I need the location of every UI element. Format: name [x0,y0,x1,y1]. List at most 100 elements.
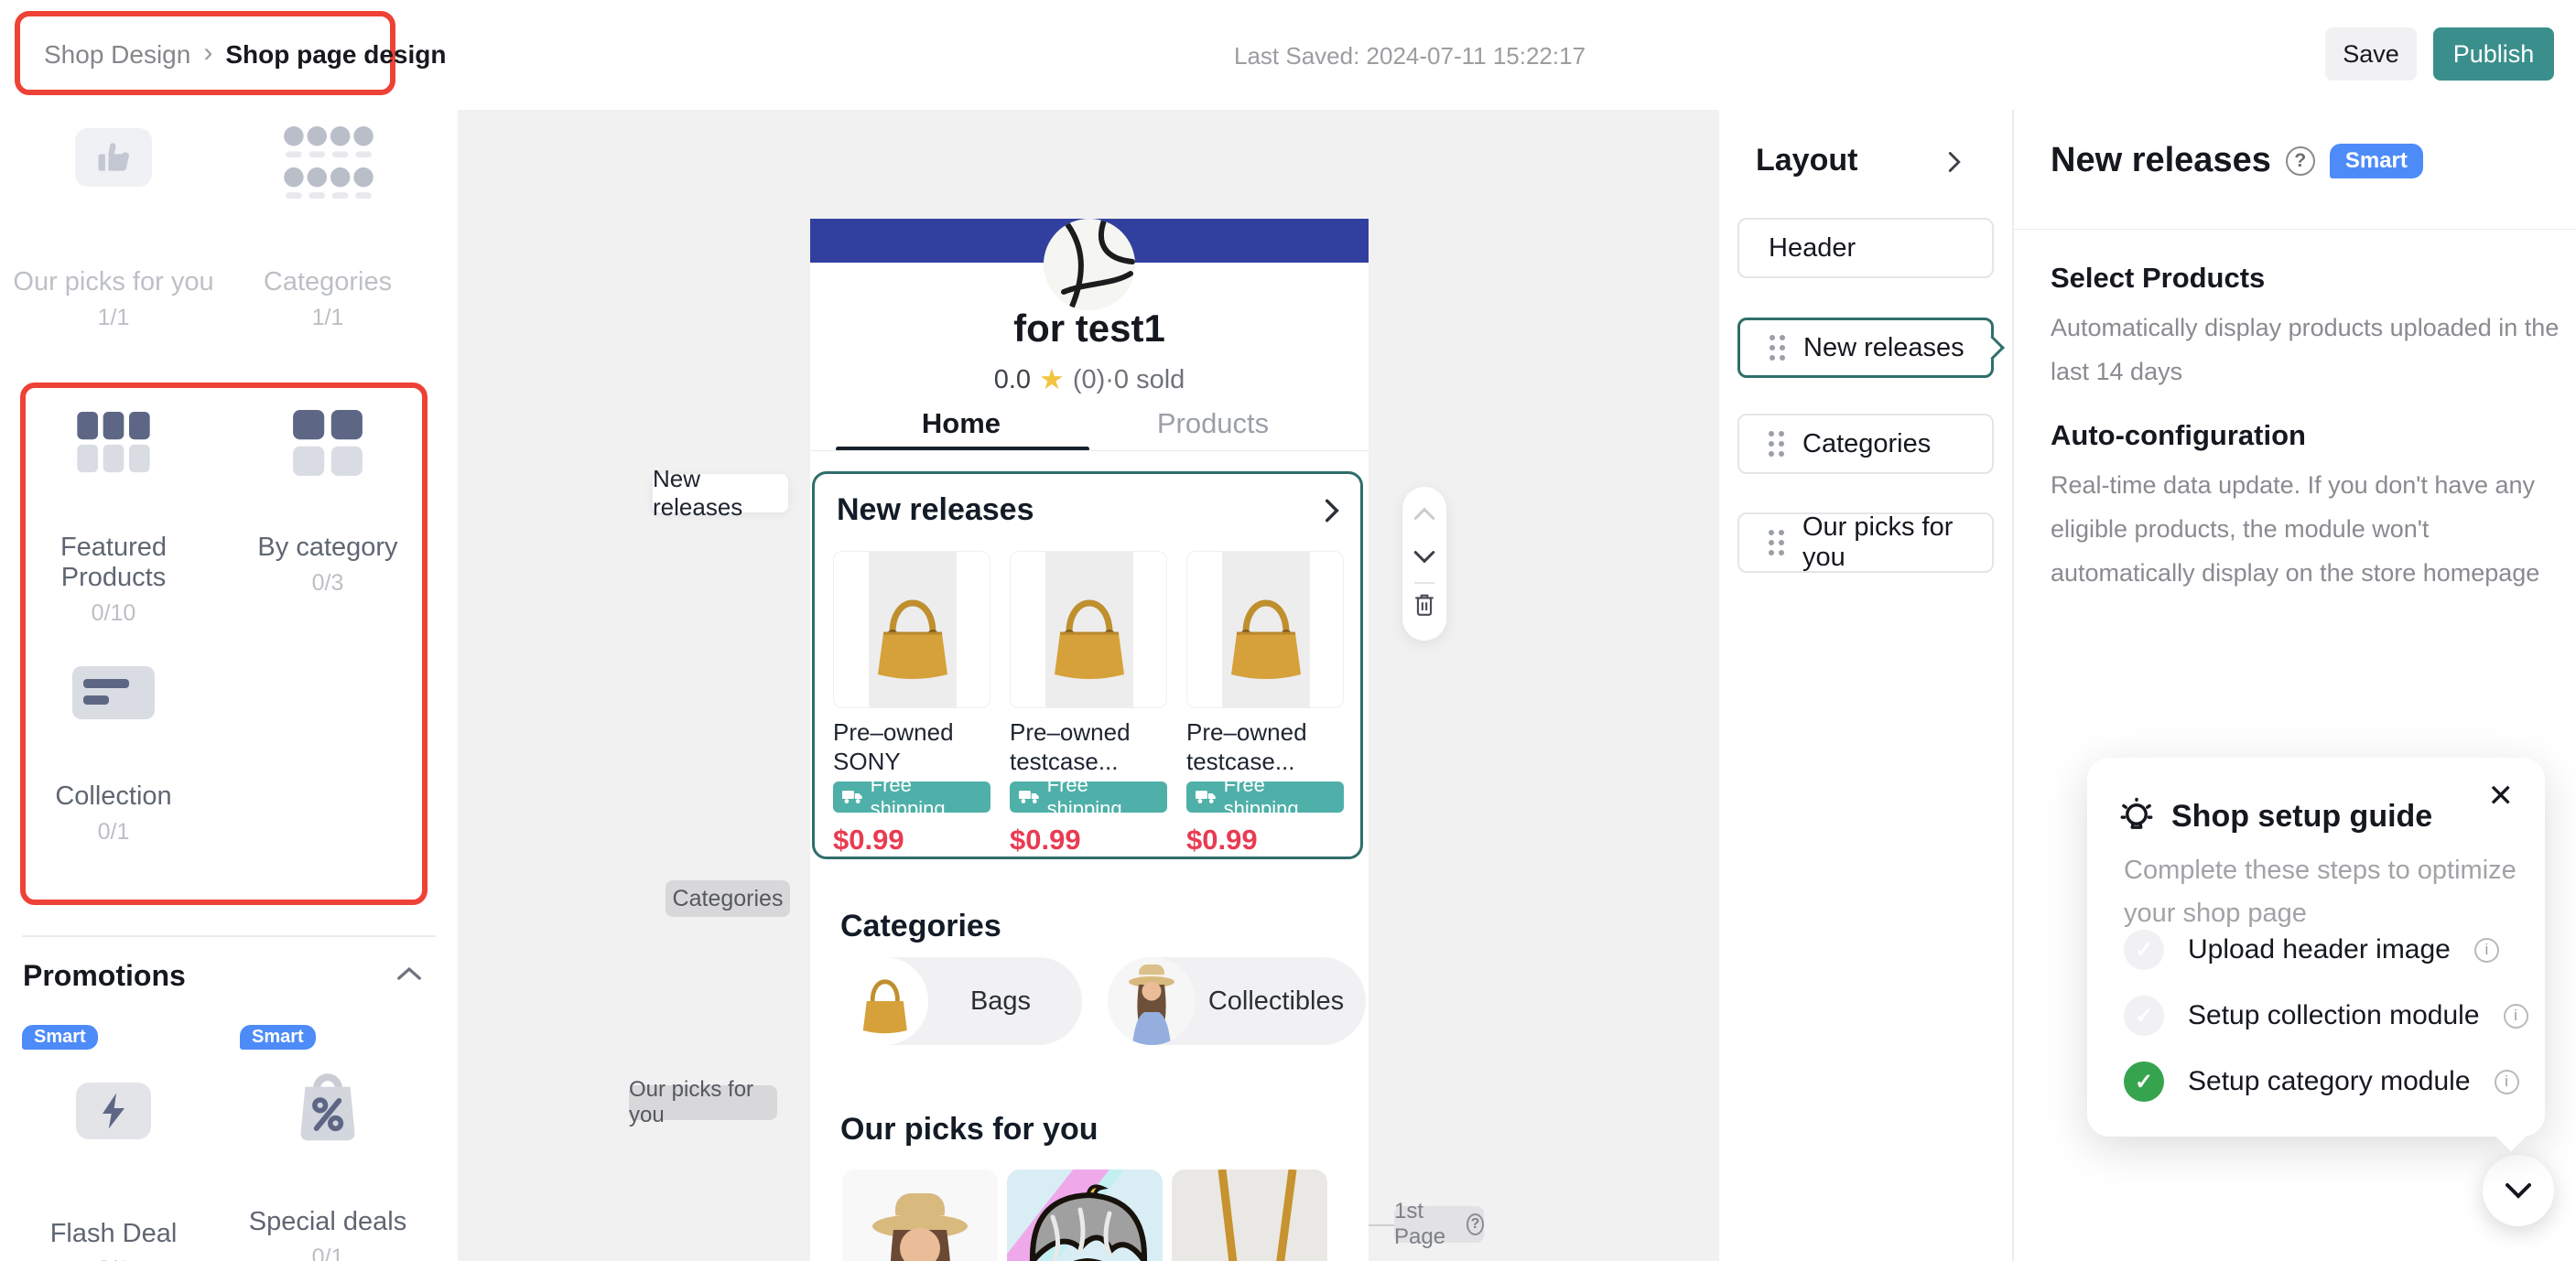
move-up-button[interactable] [1412,501,1436,525]
collapse-guide-button[interactable] [2483,1155,2554,1226]
sidebar-item-our-picks[interactable]: Our picks for you 1/1 [13,128,214,331]
phone-preview-page: for test1 0.0 ★ (0)·0 sold Home Products… [810,219,1369,1261]
layout-item-categories[interactable]: Categories [1737,414,1994,474]
module-count: 0/1 [227,1245,428,1261]
product-card[interactable]: Pre–owned SONY Pleathe... Free shipping … [833,551,990,857]
guide-step[interactable]: ✓ Upload header image i [2124,930,2499,970]
module-count: 1/1 [13,305,214,331]
info-icon[interactable]: i [2495,1070,2519,1094]
shop-avatar[interactable] [1044,219,1135,310]
product-card[interactable]: Pre–owned testcase... Free shipping $0.9… [1186,551,1344,857]
toolbar-divider [1414,582,1434,584]
publish-button[interactable]: Publish [2433,27,2554,81]
shop-setup-guide-popup: ✕ Shop setup guide Complete these steps … [2087,758,2545,1137]
shop-rating: 0.0 ★ (0)·0 sold [810,363,1369,396]
layout-panel: Layout Header New releases Categories Ou… [1719,110,2012,1261]
help-icon[interactable]: ? [2286,146,2315,176]
tab-home[interactable]: Home [893,407,1030,440]
drag-handle-icon[interactable] [1770,335,1785,361]
breadcrumb-parent[interactable]: Shop Design [44,40,190,70]
category-pill-bags[interactable]: Bags [840,957,1082,1045]
star-icon: ★ [1039,363,1065,396]
sidebar-item-categories[interactable]: Categories 1/1 [227,128,428,331]
by-category-icon [292,410,363,480]
product-title: Pre–owned testcase... [1186,717,1344,776]
category-image [840,957,928,1045]
select-products-heading: Select Products [2051,262,2265,295]
guide-step[interactable]: ✓ Setup category module i [2124,1062,2519,1102]
smart-badge: Smart [2330,144,2423,178]
page-tag: 1st Page ? [1394,1206,1484,1243]
auto-configuration-description: Real-time data update. If you don't have… [2051,463,2569,595]
categories-module-title: Categories [840,909,1001,944]
module-toolbar [1402,487,1446,641]
delete-module-button[interactable] [1412,593,1436,617]
module-label: Special deals [227,1207,428,1237]
module-label: Flash Deal [13,1219,214,1249]
lightning-icon [76,1083,151,1139]
check-circle-icon: ✓ [2124,996,2164,1036]
module-sidebar: Our picks for you 1/1 Categories 1/1 [0,110,458,1261]
guide-subtitle: Complete these steps to optimize your sh… [2124,849,2554,935]
move-down-button[interactable] [1412,545,1436,569]
guide-step[interactable]: ✓ Setup collection module i [2124,996,2528,1036]
promo-bag-icon [294,1064,362,1148]
lightbulb-icon [2116,794,2157,839]
product-price: $0.99 [1010,824,1167,857]
product-card[interactable]: Pre–owned testcase... Free shipping $0.9… [1010,551,1167,857]
free-shipping-badge: Free shipping [1010,781,1167,813]
module-title: New releases [837,492,1034,528]
breadcrumb: Shop Design › Shop page design [44,0,446,110]
sidebar-item-featured-products[interactable]: Featured Products 0/10 [13,412,214,627]
help-icon[interactable]: ? [1467,1213,1484,1235]
module-count: 0/1 [13,1256,214,1261]
module-count: 1/1 [227,305,428,331]
layout-item-header[interactable]: Header [1737,218,1994,278]
layout-item-our-picks[interactable]: Our picks for you [1737,512,1994,573]
page-tag-connector [1369,1224,1394,1226]
module-label: Featured Products [13,533,214,593]
module-label: Categories [227,267,428,297]
sidebar-item-collection[interactable]: Collection 0/1 [13,666,214,846]
chevron-right-icon[interactable] [1946,150,1963,178]
rating-value: 0.0 [994,365,1031,395]
info-icon[interactable]: i [2504,1004,2528,1029]
drag-handle-icon[interactable] [1769,431,1784,457]
smart-badge: Smart [240,1025,316,1050]
shop-name: for test1 [810,307,1369,350]
sidebar-item-flash-deal[interactable]: Flash Deal 0/1 [13,1078,214,1261]
close-icon[interactable]: ✕ [2488,778,2515,814]
sidebar-item-by-category[interactable]: By category 0/3 [227,412,428,597]
last-saved-timestamp: Last Saved: 2024-07-11 15:22:17 [1234,42,1586,70]
product-price: $0.99 [1186,824,1344,857]
sidebar-item-special-deals[interactable]: Special deals 0/1 [227,1066,428,1261]
pick-image-bag[interactable] [1172,1169,1327,1261]
thumbs-up-icon [75,128,152,187]
layout-item-new-releases[interactable]: New releases [1737,318,1994,378]
pick-image-cartoon[interactable] [1007,1169,1163,1261]
info-icon[interactable]: i [2474,938,2499,963]
check-circle-icon: ✓ [2124,930,2164,970]
handbag-image [858,577,968,687]
drag-handle-icon[interactable] [1769,530,1784,555]
product-price: $0.99 [833,824,990,857]
free-shipping-badge: Free shipping [1186,781,1344,813]
chevron-right-icon[interactable] [1320,496,1344,530]
pick-image-model[interactable] [842,1169,998,1261]
rating-detail: (0)·0 sold [1073,365,1185,395]
product-image [1010,551,1167,708]
new-releases-module[interactable]: New releases Pre–owned SONY Pleathe... [812,471,1363,859]
save-button[interactable]: Save [2325,27,2417,81]
truck-icon [842,789,864,805]
featured-products-icon [77,412,150,479]
tab-products[interactable]: Products [1135,407,1291,440]
sidebar-divider [22,935,436,937]
category-pill-collectibles[interactable]: Collectibles [1108,957,1366,1045]
collapse-chevron-icon[interactable] [395,965,423,987]
module-label: Our picks for you [13,267,214,297]
preview-canvas: for test1 0.0 ★ (0)·0 sold Home Products… [458,110,1719,1261]
module-label: Collection [13,781,214,812]
check-circle-done-icon: ✓ [2124,1062,2164,1102]
promotions-heading: Promotions [23,959,186,993]
module-label-categories: Categories [666,880,790,917]
